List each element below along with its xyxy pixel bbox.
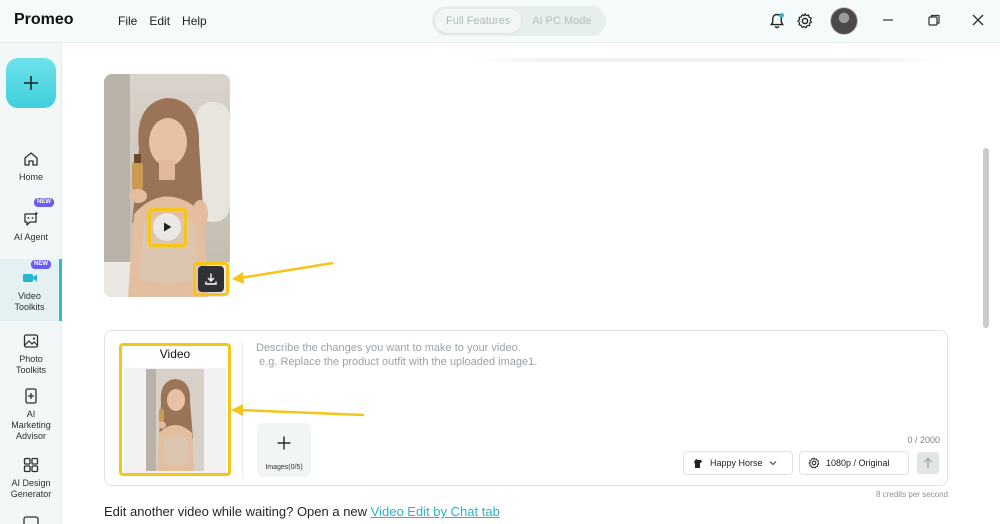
photo-icon — [23, 334, 39, 348]
user-avatar[interactable] — [830, 7, 858, 35]
menu-bar: File Edit Help — [118, 14, 207, 28]
send-button[interactable] — [917, 452, 939, 474]
sidebar-item-label: Video Toolkits — [14, 291, 45, 312]
notification-bell-icon[interactable] — [768, 12, 786, 30]
video-edit-chat-link[interactable]: Video Edit by Chat tab — [371, 504, 500, 519]
model-select-label: Happy Horse — [710, 458, 763, 468]
sidebar-item-label: AI Marketing Advisor — [11, 409, 51, 441]
download-icon — [205, 273, 217, 285]
sidebar-item-ai-design-generator[interactable]: AI Design Generator — [0, 456, 62, 500]
add-images-button[interactable]: Images(0/5) — [257, 423, 311, 477]
main-content: Video Describe the changes you want to m… — [63, 43, 1000, 524]
plus-icon — [24, 76, 38, 90]
menu-help[interactable]: Help — [182, 14, 207, 28]
arrow-up-icon — [924, 457, 932, 468]
sidebar: Home NEW AI Agent NEW Video Toolkits Pho… — [0, 43, 62, 524]
download-button[interactable] — [198, 266, 224, 292]
mode-ai-pc[interactable]: AI PC Mode — [521, 9, 602, 33]
character-count: 0 / 2000 — [907, 435, 940, 445]
prompt-placeholder-line2: e.g. Replace the product outfit with the… — [256, 356, 538, 368]
source-video-image — [146, 369, 204, 471]
prompt-input[interactable]: Describe the changes you want to make to… — [256, 341, 537, 369]
horse-icon — [694, 459, 702, 468]
ai-agent-icon — [24, 211, 39, 226]
generated-video-card[interactable] — [104, 74, 230, 297]
source-video-thumbnail — [146, 369, 204, 471]
design-grid-icon — [23, 457, 39, 473]
mode-toggle[interactable]: Full Features AI PC Mode — [432, 6, 606, 36]
sidebar-item-photo-toolkits[interactable]: Photo Toolkits — [0, 332, 62, 375]
sidebar-item-label: Home — [18, 172, 43, 182]
more-tools-icon[interactable] — [22, 515, 40, 524]
menu-file[interactable]: File — [118, 14, 137, 28]
resolution-select[interactable]: 1080p / Original — [799, 451, 909, 475]
sidebar-item-home[interactable]: Home — [0, 150, 62, 184]
close-window-icon[interactable] — [970, 12, 986, 28]
prompt-placeholder-line1: Describe the changes you want to make to… — [256, 342, 521, 354]
settings-gear-icon[interactable] — [796, 12, 814, 30]
minimize-icon[interactable] — [880, 12, 896, 28]
sidebar-item-ai-marketing-advisor[interactable]: AI Marketing Advisor — [0, 387, 62, 443]
marketing-advisor-icon — [25, 388, 37, 404]
video-camera-icon — [22, 274, 37, 282]
chevron-down-icon — [769, 461, 776, 466]
home-icon — [24, 152, 38, 166]
title-bar: Promeo File Edit Help Full Features AI P… — [0, 0, 1000, 43]
sidebar-item-label: Photo Toolkits — [15, 354, 46, 375]
images-count-label: Images(0/5) — [265, 464, 303, 471]
menu-edit[interactable]: Edit — [149, 14, 170, 28]
new-badge: NEW — [31, 260, 51, 269]
play-icon — [164, 222, 172, 232]
sidebar-item-label: AI Design Generator — [10, 478, 52, 499]
video-slot-label: Video — [159, 347, 191, 361]
credits-per-second: 8 credits per second — [875, 490, 948, 499]
footer-hint-text: Edit another video while waiting? Open a… — [104, 504, 371, 519]
sidebar-item-video-toolkits[interactable]: NEW Video Toolkits — [0, 259, 62, 321]
app-window: Promeo File Edit Help Full Features AI P… — [0, 0, 1000, 524]
plus-icon — [277, 436, 291, 450]
mode-full-features[interactable]: Full Features — [435, 9, 522, 33]
app-logo: Promeo — [14, 11, 74, 28]
composer-divider — [242, 341, 243, 477]
resolution-select-label: 1080p / Original — [826, 458, 890, 468]
edit-composer: Video Describe the changes you want to m… — [104, 330, 948, 486]
new-project-button[interactable] — [6, 58, 56, 108]
restore-window-icon[interactable] — [926, 12, 942, 28]
new-badge: NEW — [34, 198, 54, 207]
play-button[interactable] — [153, 213, 181, 241]
footer-hint: Edit another video while waiting? Open a… — [104, 504, 500, 519]
faint-divider — [468, 58, 948, 62]
gear-icon — [808, 457, 820, 469]
model-select[interactable]: Happy Horse — [683, 451, 793, 475]
vertical-scrollbar[interactable] — [983, 148, 989, 328]
sidebar-item-ai-agent[interactable]: NEW AI Agent — [0, 198, 62, 244]
sidebar-item-label: AI Agent — [13, 232, 49, 242]
source-video-slot[interactable]: Video — [119, 343, 231, 476]
